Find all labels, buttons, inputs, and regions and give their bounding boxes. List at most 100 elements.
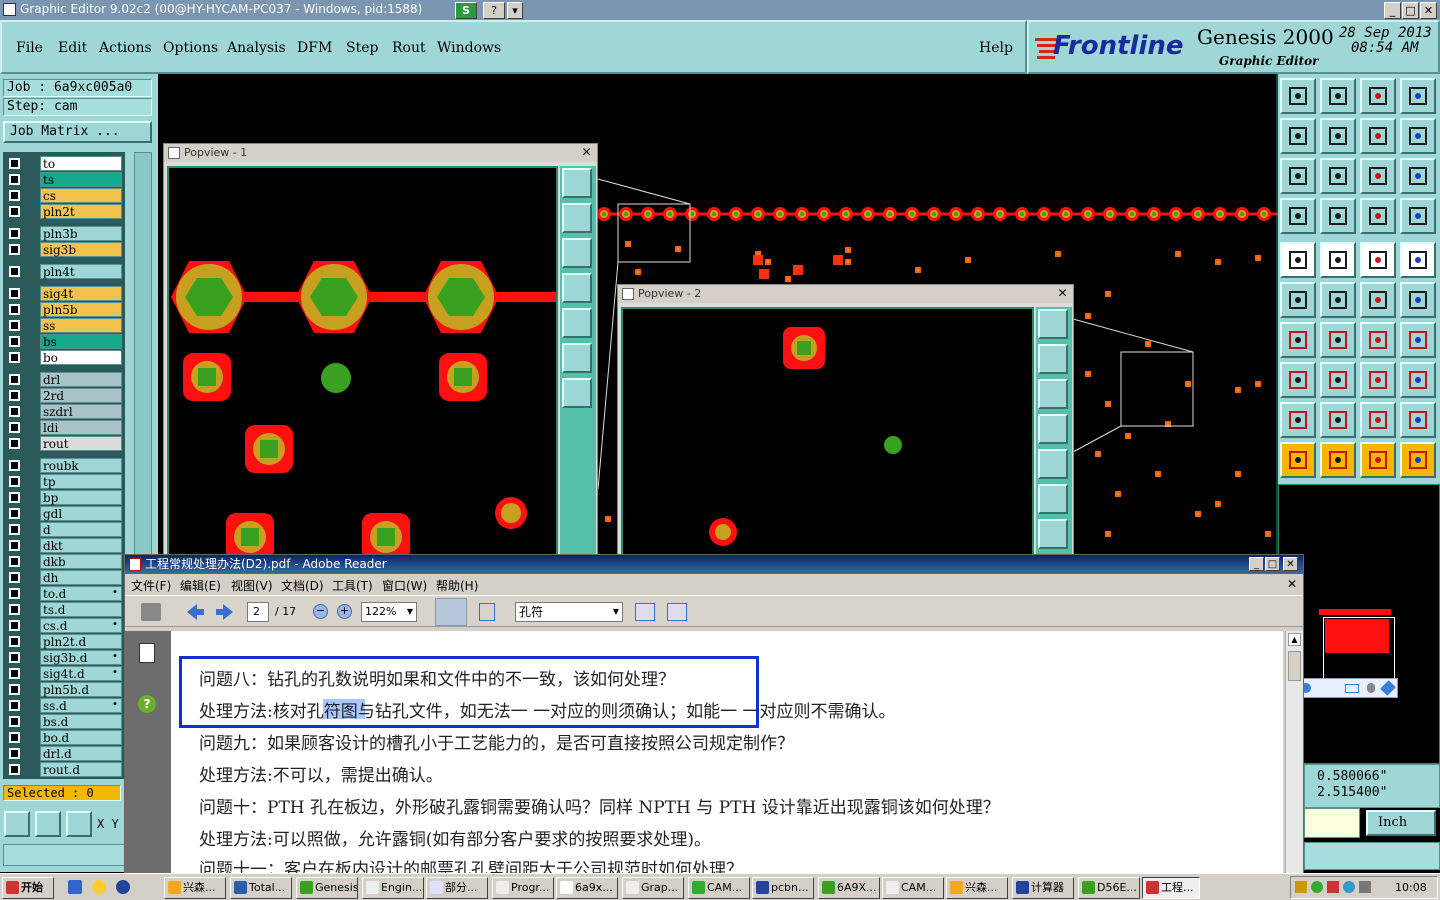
taskbar-item[interactable]: CAM... [882, 877, 944, 899]
pv2-zoom-home-icon[interactable] [1038, 309, 1068, 339]
job-matrix-button[interactable]: Job Matrix ... [3, 121, 152, 143]
angle-icon[interactable] [1280, 322, 1316, 358]
measure-icon[interactable] [1360, 362, 1396, 398]
layer-row-rout[interactable]: rout [7, 436, 124, 451]
layer-checkbox[interactable] [9, 668, 20, 679]
layer-checkbox[interactable] [9, 438, 20, 449]
layer-checkbox[interactable] [9, 406, 20, 417]
group-icon[interactable] [1400, 362, 1436, 398]
layer-name[interactable]: pln2t.d [40, 634, 122, 649]
layer-name[interactable]: bs [40, 334, 122, 349]
tray-network-icon[interactable] [1327, 881, 1339, 893]
layer-row-cs-d[interactable]: cs.d • [7, 618, 124, 633]
layer-checkbox[interactable] [9, 304, 20, 315]
mirror-icon[interactable] [1400, 322, 1436, 358]
layer-name[interactable]: pln5b [40, 302, 122, 317]
menu-actions[interactable]: Actions [99, 40, 152, 56]
menu-windows[interactable]: Windows [437, 40, 501, 56]
layer-row-ss-d[interactable]: ss.d • [7, 698, 124, 713]
pages-icon[interactable] [139, 643, 155, 663]
layer-row-dkb[interactable]: dkb [7, 554, 124, 569]
taskbar-item[interactable]: 兴森... [946, 877, 1008, 899]
taskbar-item[interactable]: 6a9x... [556, 877, 618, 899]
layer-name[interactable]: szdrl [40, 404, 122, 419]
layer-checkbox[interactable] [9, 636, 20, 647]
adobe-minimize-button[interactable]: _ [1249, 557, 1264, 571]
layer-checkbox[interactable] [9, 732, 20, 743]
window-icon[interactable] [1400, 78, 1436, 114]
add-surface-icon[interactable] [1400, 242, 1436, 278]
properties-icon[interactable] [1280, 198, 1316, 234]
adobe-menu-document[interactable]: 文档(D) [281, 577, 324, 594]
layer-row-ldi[interactable]: ldi [7, 420, 124, 435]
layer-checkbox[interactable] [9, 716, 20, 727]
move-icon[interactable] [1360, 282, 1396, 318]
pv1-pan-left-icon[interactable] [562, 273, 592, 303]
layer-name[interactable]: drl [40, 372, 122, 387]
taskbar-item[interactable]: 工程... [1142, 877, 1200, 899]
print-icon[interactable] [141, 603, 161, 621]
layer-checkbox[interactable] [9, 190, 20, 201]
layer-checkbox[interactable] [9, 652, 20, 663]
layer-row-bo-d[interactable]: bo.d [7, 730, 124, 745]
layer-checkbox[interactable] [9, 572, 20, 583]
layer-checkbox[interactable] [9, 174, 20, 185]
menu-rout[interactable]: Rout [392, 40, 426, 56]
layer-row-gdl[interactable]: gdl [7, 506, 124, 521]
layer-checkbox[interactable] [9, 476, 20, 487]
adobe-menu-window[interactable]: 窗口(W) [382, 577, 427, 594]
pv2-pan-down-icon[interactable] [1038, 379, 1068, 409]
pv2-zoom-in-icon[interactable] [1038, 484, 1068, 514]
add-pad-icon[interactable] [1280, 242, 1316, 278]
menu-edit[interactable]: Edit [58, 40, 87, 56]
zoom-icon[interactable] [4, 811, 30, 837]
adobe-menu-view[interactable]: 视图(V) [231, 577, 273, 594]
layer-select-icon[interactable] [1360, 198, 1396, 234]
taskbar-item[interactable]: pcbn... [752, 877, 814, 899]
layer-row-drl[interactable]: drl [7, 372, 124, 387]
zoom-in-icon[interactable]: + [337, 604, 352, 619]
add-text-icon[interactable] [1360, 242, 1396, 278]
layer-checkbox[interactable] [9, 556, 20, 567]
layer-name[interactable]: ts.d [40, 602, 122, 617]
step-icon[interactable] [1360, 118, 1396, 154]
taskbar-item[interactable]: 兴森... [164, 877, 226, 899]
layer-row-ss[interactable]: ss [7, 318, 124, 333]
layer-name[interactable]: pln4t [40, 264, 122, 279]
layer-checkbox[interactable] [9, 524, 20, 535]
pv2-pan-left-icon[interactable] [1038, 414, 1068, 444]
layer-name[interactable]: to [40, 156, 122, 171]
route-icon[interactable] [1400, 442, 1436, 478]
tray-security-icon[interactable] [1359, 881, 1371, 893]
layer-row-d[interactable]: d [7, 522, 124, 537]
layer-checkbox[interactable] [9, 244, 20, 255]
connect-icon[interactable] [1280, 282, 1316, 318]
popview-1-canvas[interactable] [167, 166, 558, 561]
layer-row-ts[interactable]: ts [7, 172, 124, 187]
layer-checkbox[interactable] [9, 206, 20, 217]
grid-icon[interactable] [66, 811, 92, 837]
layer-row-szdrl[interactable]: szdrl [7, 404, 124, 419]
layer-checkbox[interactable] [9, 460, 20, 471]
layer-checkbox[interactable] [9, 508, 20, 519]
cut-icon[interactable] [1320, 362, 1356, 398]
layer-checkbox[interactable] [9, 748, 20, 759]
popview-1-close-icon[interactable]: ✕ [580, 146, 593, 159]
s-icon[interactable]: S [455, 2, 477, 19]
triangle-icon[interactable] [1280, 402, 1316, 438]
layer-name[interactable]: bo [40, 350, 122, 365]
layer-row-to-d[interactable]: to.d • [7, 586, 124, 601]
adobe-close-button[interactable]: ✕ [1283, 557, 1298, 571]
scroll-thumb[interactable] [1288, 651, 1301, 681]
layer-name[interactable]: rout.d [40, 762, 122, 777]
layer-name[interactable]: dh [40, 570, 122, 585]
adobe-menu-help[interactable]: 帮助(H) [436, 577, 478, 594]
layer-row-ts-d[interactable]: ts.d [7, 602, 124, 617]
layer-checkbox[interactable] [9, 288, 20, 299]
minimize-button[interactable]: _ [1384, 2, 1401, 19]
layer-row-dh[interactable]: dh [7, 570, 124, 585]
add-line-icon[interactable] [1320, 242, 1356, 278]
layer-checkbox[interactable] [9, 228, 20, 239]
taskbar-item[interactable]: Genesis [296, 877, 358, 899]
find-previous-icon[interactable] [635, 603, 655, 621]
